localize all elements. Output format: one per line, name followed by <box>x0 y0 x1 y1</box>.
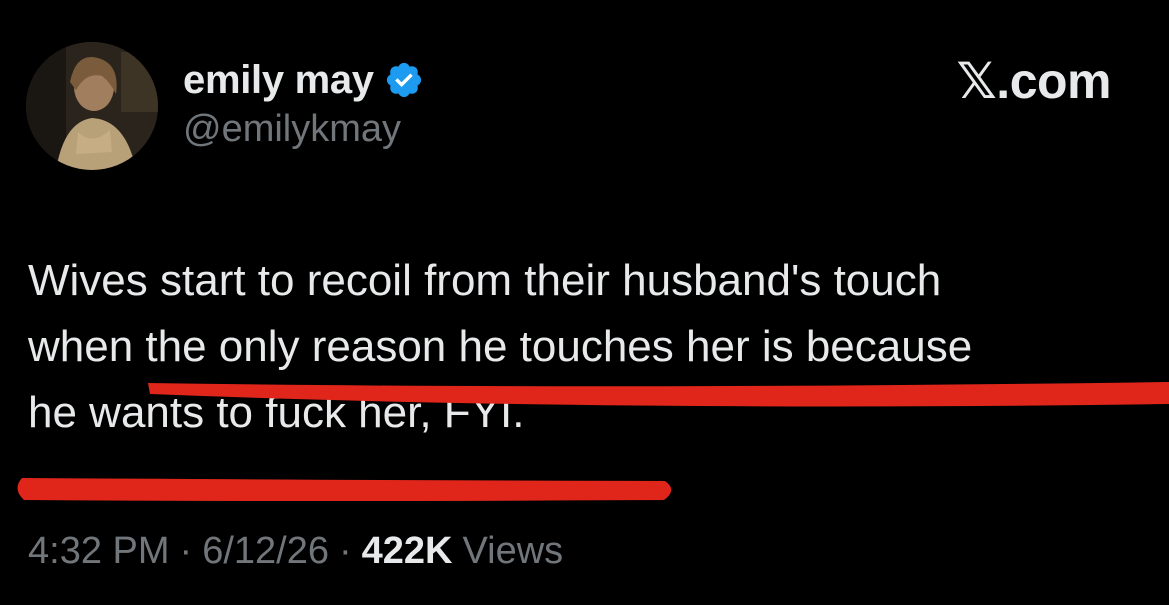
avatar[interactable] <box>26 42 158 170</box>
profile-photo <box>26 42 158 170</box>
separator-dot: · <box>179 530 193 572</box>
tweet-date[interactable]: 6/12/26 <box>202 530 329 573</box>
verified-badge-icon <box>386 62 421 98</box>
author-handle[interactable]: @emilykmay <box>183 108 401 151</box>
display-name[interactable]: emily may <box>183 58 374 103</box>
red-underline-2 <box>17 478 672 501</box>
tweet-text: Wives start to recoil from their husband… <box>28 256 973 437</box>
author-name-row: emily may <box>183 55 424 105</box>
views-count[interactable]: 422K <box>362 530 453 573</box>
tweet-card: emily may @emilykmay 𝕏.com Wives start t… <box>0 0 1169 605</box>
x-logo: 𝕏.com <box>956 53 1112 109</box>
tweet-meta: 4:32 PM · 6/12/26 · 422K Views <box>28 530 563 573</box>
separator-dot: · <box>338 530 352 572</box>
views-label: Views <box>462 530 564 572</box>
tweet-time[interactable]: 4:32 PM <box>28 530 170 573</box>
